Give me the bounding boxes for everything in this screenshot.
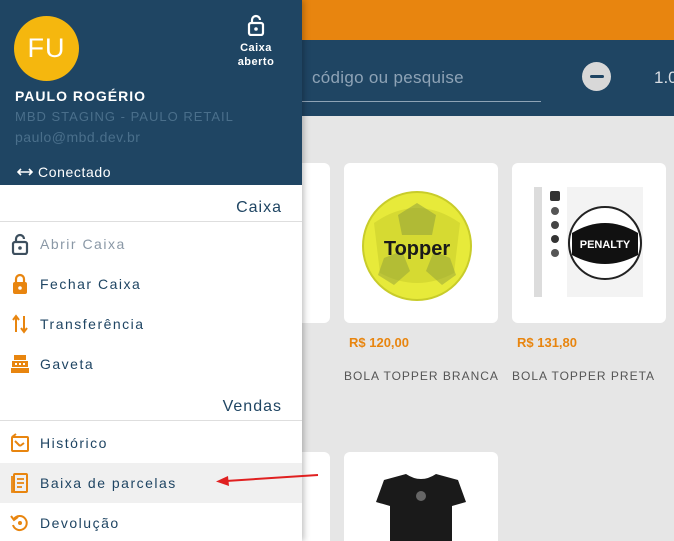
section-title-caixa: Caixa — [236, 199, 282, 216]
product-price: R$ 120,00 — [349, 335, 409, 350]
menu-item-label: Abrir Caixa — [40, 236, 126, 252]
search-underline — [302, 101, 541, 102]
product-name: BOLA TOPPER PRETA — [512, 369, 656, 383]
minus-icon — [589, 75, 604, 78]
navigation-drawer: FU Caixa aberto PAULO ROGÉRIO MBD STAGIN… — [0, 0, 302, 541]
decrease-quantity-button[interactable] — [582, 62, 611, 91]
cash-status[interactable]: Caixa aberto — [232, 14, 280, 69]
section-title-vendas: Vendas — [222, 398, 282, 415]
receipt-icon — [11, 473, 28, 493]
menu-item-devolucao[interactable]: Devolução — [0, 503, 302, 541]
ball-image: PENALTY — [534, 187, 643, 297]
lock-icon — [13, 273, 27, 294]
menu-item-historico[interactable]: Histórico — [0, 423, 302, 463]
quantity-value: 1.0 — [654, 68, 674, 87]
cash-status-line2: aberto — [237, 56, 275, 68]
menu-item-abrir-caixa[interactable]: Abrir Caixa — [0, 224, 302, 264]
product-name: BOLA TOPPER BRANCA — [344, 369, 499, 383]
menu-item-fechar-caixa[interactable]: Fechar Caixa — [0, 264, 302, 304]
menu-item-label: Histórico — [40, 435, 108, 451]
connection-status: Conectado — [17, 164, 111, 180]
cash-register-icon — [11, 355, 29, 373]
avatar: FU — [14, 16, 79, 81]
menu-item-gaveta[interactable]: Gaveta — [0, 344, 302, 384]
shirt-image — [376, 474, 466, 541]
return-icon — [10, 515, 28, 532]
product-card[interactable] — [344, 452, 498, 541]
svg-text:PENALTY: PENALTY — [580, 239, 631, 251]
divider — [0, 420, 302, 421]
lock-open-icon — [11, 233, 29, 255]
cash-status-line1: Caixa — [240, 42, 272, 54]
annotation-arrow — [216, 474, 319, 486]
arrows-horizontal-icon — [17, 168, 33, 176]
user-email: paulo@mbd.dev.br — [15, 129, 141, 145]
product-card[interactable]: Topper — [344, 163, 498, 323]
menu-item-label: Gaveta — [40, 356, 95, 372]
connection-status-label: Conectado — [38, 164, 112, 180]
divider — [0, 221, 302, 222]
user-name: PAULO ROGÉRIO — [15, 88, 146, 104]
history-icon — [11, 433, 29, 452]
product-card[interactable]: PENALTY — [512, 163, 666, 323]
product-price: R$ 131,80 — [517, 335, 577, 350]
menu-item-label: Fechar Caixa — [40, 276, 142, 292]
menu-item-transferencia[interactable]: Transferência — [0, 304, 302, 344]
ball-image: Topper — [362, 191, 472, 301]
lock-open-icon — [247, 14, 265, 37]
transfer-icon — [12, 314, 28, 334]
user-organization: MBD STAGING - PAULO RETAIL — [15, 109, 234, 124]
svg-text:Topper: Topper — [384, 238, 451, 260]
menu-item-label: Baixa de parcelas — [40, 475, 177, 491]
menu-item-label: Devolução — [40, 515, 120, 531]
menu-item-label: Transferência — [40, 316, 145, 332]
search-input[interactable]: código ou pesquise — [312, 68, 464, 88]
drawer-header: FU Caixa aberto PAULO ROGÉRIO MBD STAGIN… — [0, 0, 302, 185]
